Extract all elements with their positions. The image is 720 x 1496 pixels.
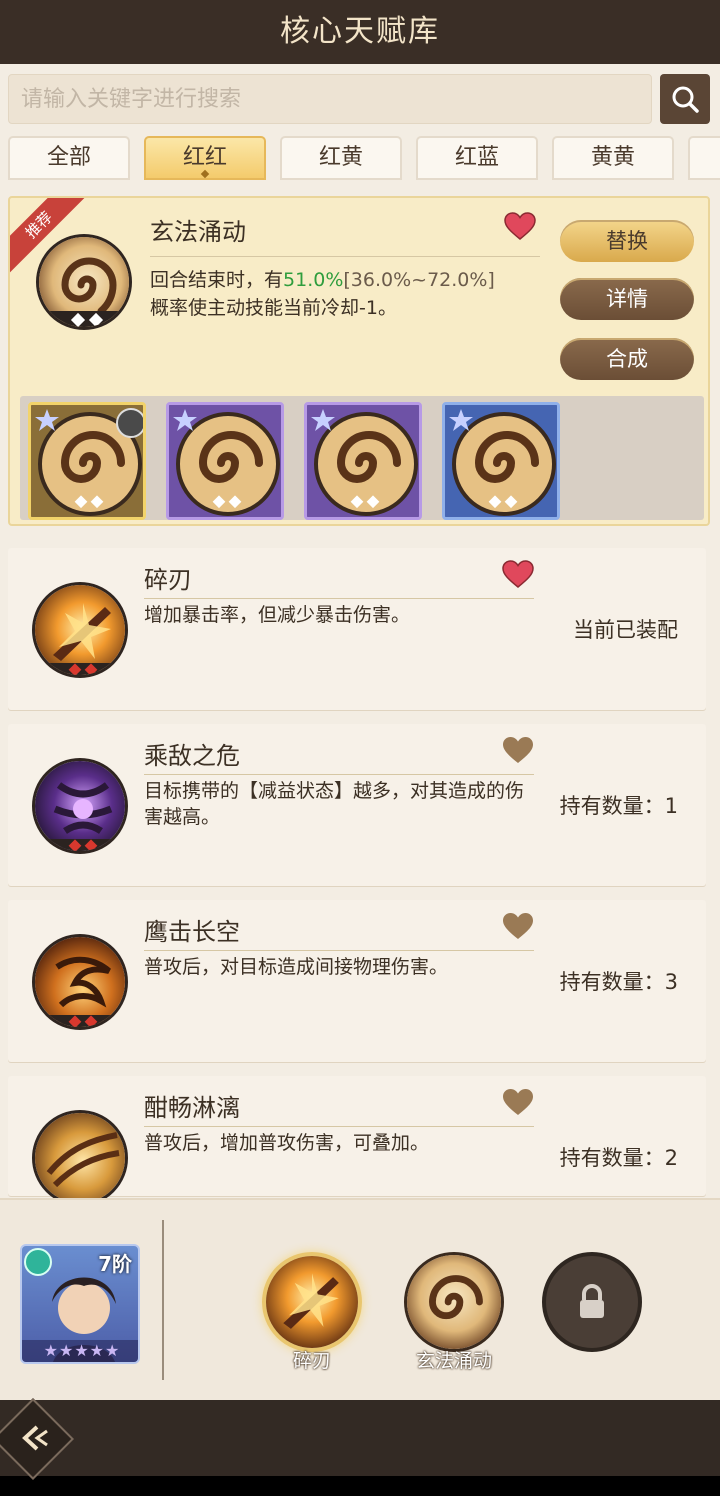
equipped-slot-1-label: 碎刃: [292, 1350, 331, 1372]
swirl-talent-icon: [445, 405, 557, 517]
bottom-nav: [0, 1397, 720, 1481]
equipped-slot-1[interactable]: [262, 1252, 362, 1352]
swirl-talent-icon: [36, 234, 132, 330]
favorite-heart-icon[interactable]: [502, 560, 534, 588]
broken-blade-icon: [32, 582, 128, 678]
material-slot-3[interactable]: [304, 402, 422, 520]
back-arrow-icon: [10, 1414, 58, 1462]
material-slot-4[interactable]: [442, 402, 560, 520]
search-box[interactable]: [8, 74, 652, 124]
tab-red-yellow[interactable]: 红黄: [280, 136, 402, 180]
swirl-talent-icon: [31, 405, 143, 517]
search-button[interactable]: [660, 74, 710, 124]
desc-prefix: 回合结束时，有: [150, 269, 284, 291]
divider: [144, 950, 534, 951]
favorite-heart-icon[interactable]: [502, 736, 534, 764]
swirl-talent-icon: [169, 405, 281, 517]
talent-name: 乘敌之危: [144, 742, 240, 770]
character-portrait[interactable]: 7阶 ★★★★★: [20, 1244, 140, 1364]
talent-card[interactable]: 乘敌之危 目标携带的【减益状态】越多，对其造成的伤害越高。 持有数量：1: [8, 724, 706, 886]
divider: [144, 598, 534, 599]
page-title: 核心天赋库: [280, 14, 440, 49]
talent-description: 增加暴击率，但减少暴击伤害。: [144, 604, 411, 626]
locked-slot[interactable]: [542, 1252, 642, 1352]
owned-count: 持有数量：3: [559, 970, 678, 994]
talent-name: 鹰击长空: [144, 918, 240, 946]
synthesize-button[interactable]: 合成: [560, 338, 694, 380]
favorite-heart-icon[interactable]: [502, 912, 534, 940]
talent-card[interactable]: 鹰击长空 普攻后，对目标造成间接物理伤害。 持有数量：3: [8, 900, 706, 1062]
lock-icon: [580, 1284, 604, 1318]
broken-blade-icon: [266, 1256, 358, 1348]
desc-suffix: 概率使主动技能当前冷却-1。: [150, 297, 397, 319]
featured-talent-description: 回合结束时，有51.0%[36.0%~72.0%] 概率使主动技能当前冷却-1。: [150, 266, 550, 322]
tab-red-blue[interactable]: 红蓝: [416, 136, 538, 180]
character-rank: 7阶: [98, 1252, 132, 1276]
talent-card[interactable]: 碎刃 增加暴击率，但减少暴击伤害。 当前已装配: [8, 548, 706, 710]
equip-bar: 7阶 ★★★★★ 碎刃 玄法涌动: [0, 1198, 720, 1402]
divider: [162, 1220, 164, 1380]
swirl-talent-icon: [407, 1255, 501, 1349]
top-bar: 核心天赋库: [0, 0, 720, 64]
divider: [144, 1126, 534, 1127]
talent-name: 碎刃: [144, 566, 192, 594]
divider: [144, 774, 534, 775]
equip-status: 当前已装配: [573, 618, 678, 642]
owned-count: 持有数量：1: [559, 794, 678, 818]
featured-talent-name: 玄法涌动: [150, 218, 246, 246]
tab-more[interactable]: [688, 136, 720, 180]
owned-count: 持有数量：2: [559, 1146, 678, 1170]
search-input[interactable]: [9, 75, 651, 123]
chance-value: 51.0%: [283, 269, 344, 291]
material-slot-1[interactable]: [28, 402, 146, 520]
talent-library-panel: 全部 红红 红黄 红蓝 黄黄 推荐 玄法涌动 回合结束时，有51.0%[36.0…: [0, 64, 720, 1402]
swirl-talent-icon: [307, 405, 419, 517]
search-icon: [672, 86, 699, 113]
chance-range: [36.0%~72.0%]: [343, 269, 495, 291]
favorite-heart-icon[interactable]: [502, 1088, 534, 1116]
tab-yellow-yellow[interactable]: 黄黄: [552, 136, 674, 180]
category-tabs: 全部 红红 红黄 红蓝 黄黄: [0, 136, 720, 182]
talent-card[interactable]: 酣畅淋漓 普攻后，增加普攻伤害，可叠加。 持有数量：2: [8, 1076, 706, 1206]
equipped-slot-2-label: 玄法涌动: [415, 1350, 492, 1372]
talent-name: 酣畅淋漓: [144, 1094, 240, 1122]
character-stars: ★★★★★: [22, 1340, 138, 1362]
talent-description: 普攻后，对目标造成间接物理伤害。: [144, 956, 449, 978]
talent-description: 目标携带的【减益状态】越多，对其造成的伤害越高。: [144, 780, 525, 828]
slash-wave-icon: [32, 1110, 128, 1206]
material-slot-2[interactable]: [166, 402, 284, 520]
talent-description: 普攻后，增加普攻伤害，可叠加。: [144, 1132, 430, 1154]
tab-all[interactable]: 全部: [8, 136, 130, 180]
eagle-strike-icon: [32, 934, 128, 1030]
favorite-heart-icon[interactable]: [504, 212, 536, 240]
dark-claw-icon: [32, 758, 128, 854]
details-button[interactable]: 详情: [560, 278, 694, 320]
tab-red-red[interactable]: 红红: [144, 136, 266, 180]
featured-talent-card[interactable]: 推荐 玄法涌动 回合结束时，有51.0%[36.0%~72.0%] 概率使主动技…: [8, 196, 710, 526]
equipped-slot-2[interactable]: [404, 1252, 504, 1352]
material-slots: [20, 396, 704, 520]
replace-button[interactable]: 替换: [560, 220, 694, 262]
divider: [150, 256, 540, 257]
